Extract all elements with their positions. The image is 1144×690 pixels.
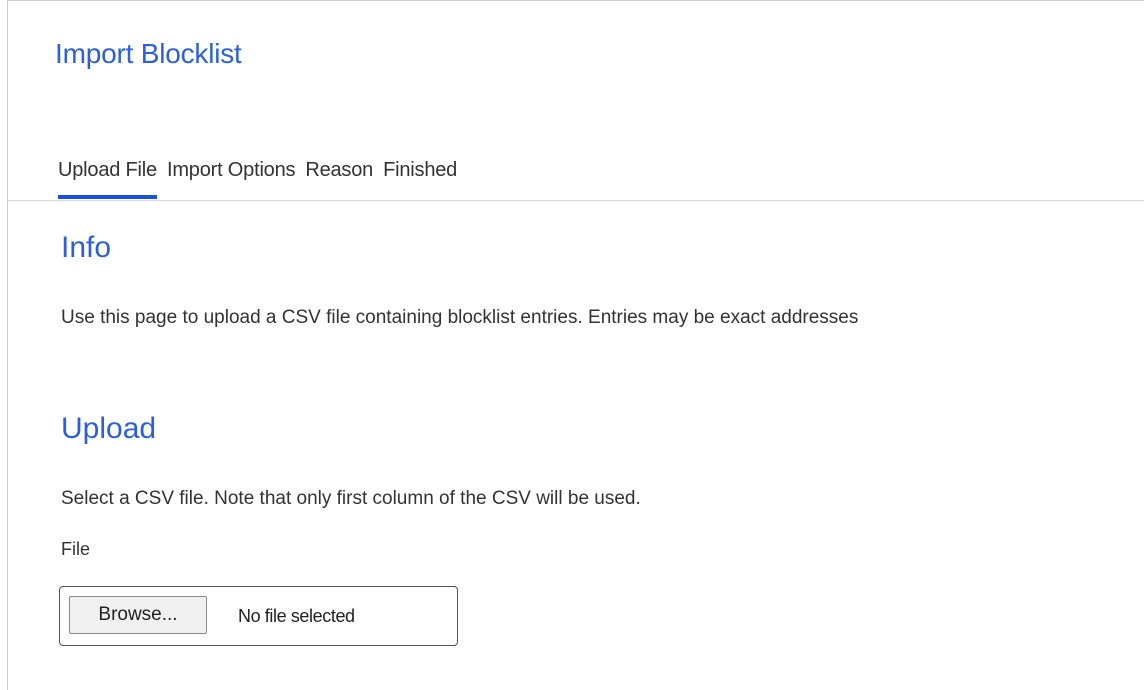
wizard-tabs: Upload File Import Options Reason Finish… bbox=[58, 159, 467, 199]
tab-reason[interactable]: Reason bbox=[305, 159, 383, 199]
tab-upload-file[interactable]: Upload File bbox=[58, 159, 167, 199]
tab-finished[interactable]: Finished bbox=[383, 159, 467, 199]
file-input[interactable]: Browse... No file selected bbox=[59, 586, 458, 646]
upload-description: Select a CSV file. Note that only first … bbox=[61, 488, 641, 509]
file-field-label: File bbox=[61, 539, 91, 559]
upload-section-title: Upload bbox=[61, 412, 157, 445]
tab-import-options[interactable]: Import Options bbox=[167, 159, 305, 199]
page-title: Import Blocklist bbox=[55, 38, 242, 69]
tabs-divider bbox=[8, 200, 1144, 201]
info-description: Use this page to upload a CSV file conta… bbox=[61, 307, 859, 328]
browse-button[interactable]: Browse... bbox=[69, 596, 207, 634]
info-section-title: Info bbox=[61, 231, 112, 264]
file-status-text: No file selected bbox=[238, 606, 355, 626]
import-panel: Import Blocklist Upload File Import Opti… bbox=[7, 0, 1144, 690]
